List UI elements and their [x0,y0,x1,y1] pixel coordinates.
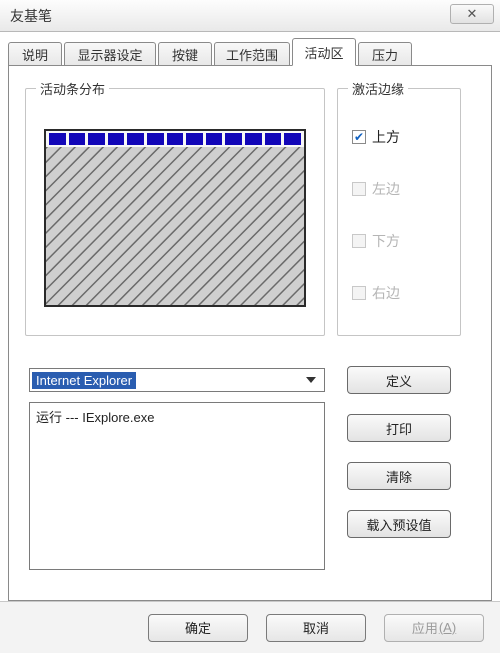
strip-cell [88,133,105,145]
groupbox-edges: 激活边缘 ✔ 上方 左边 下方 右边 [337,88,461,336]
edge-label-left: 左边 [372,179,400,199]
app-combo-selected: Internet Explorer [32,372,136,389]
checkbox-left [352,182,366,196]
strip-cell [147,133,164,145]
cancel-button[interactable]: 取消 [266,614,366,642]
close-icon: ✕ [467,6,478,22]
edge-option-left: 左边 [352,179,400,199]
app-combo[interactable]: Internet Explorer [29,368,325,392]
edge-option-bottom: 下方 [352,231,400,251]
actions-listbox[interactable]: 运行 --- IExplore.exe [29,402,325,570]
checkbox-bottom [352,234,366,248]
edge-label-bottom: 下方 [372,231,400,251]
tablet-surface [46,147,304,305]
print-button[interactable]: 打印 [347,414,451,442]
strip-cell [186,133,203,145]
groupbox-activebar: 活动条分布 [25,88,325,336]
edge-option-right: 右边 [352,283,400,303]
tablet-preview [44,129,306,307]
define-button[interactable]: 定义 [347,366,451,394]
chevron-down-icon [306,377,316,383]
window-title: 友基笔 [10,6,52,26]
tablet-strip [46,131,304,147]
clear-button[interactable]: 清除 [347,462,451,490]
apply-mnemonic: (A) [439,620,456,635]
strip-cell [69,133,86,145]
checkbox-right [352,286,366,300]
strip-cell [49,133,66,145]
tab-panel-active-area: 活动条分布 [8,65,492,601]
strip-cell [127,133,144,145]
tabstrip: 说明 显示器设定 按键 工作范围 活动区 压力 [8,38,492,66]
body: 说明 显示器设定 按键 工作范围 活动区 压力 活动条分布 [0,32,500,601]
strip-cell [245,133,262,145]
edge-label-right: 右边 [372,283,400,303]
strip-cell [225,133,242,145]
apply-button[interactable]: 应用(A) [384,614,484,642]
tab-active-area[interactable]: 活动区 [292,38,356,66]
tab-keys[interactable]: 按键 [158,42,212,66]
close-button[interactable]: ✕ [450,4,494,24]
strip-cell [265,133,282,145]
strip-cell [284,133,301,145]
edge-option-top[interactable]: ✔ 上方 [352,127,400,147]
checkbox-top[interactable]: ✔ [352,130,366,144]
titlebar: 友基笔 ✕ [0,0,500,32]
strip-cell [108,133,125,145]
ok-button[interactable]: 确定 [148,614,248,642]
tab-pressure[interactable]: 压力 [358,42,412,66]
tab-display-settings[interactable]: 显示器设定 [64,42,156,66]
groupbox-activebar-title: 活动条分布 [36,79,109,98]
tab-description[interactable]: 说明 [8,42,62,66]
tab-work-area[interactable]: 工作范围 [214,42,290,66]
strip-cell [206,133,223,145]
footer: 确定 取消 应用(A) [0,601,500,653]
edge-label-top: 上方 [372,127,400,147]
list-item[interactable]: 运行 --- IExplore.exe [36,407,318,426]
load-preset-button[interactable]: 载入预设值 [347,510,451,538]
apply-label: 应用 [412,618,438,637]
strip-cell [167,133,184,145]
groupbox-edges-title: 激活边缘 [348,79,408,98]
